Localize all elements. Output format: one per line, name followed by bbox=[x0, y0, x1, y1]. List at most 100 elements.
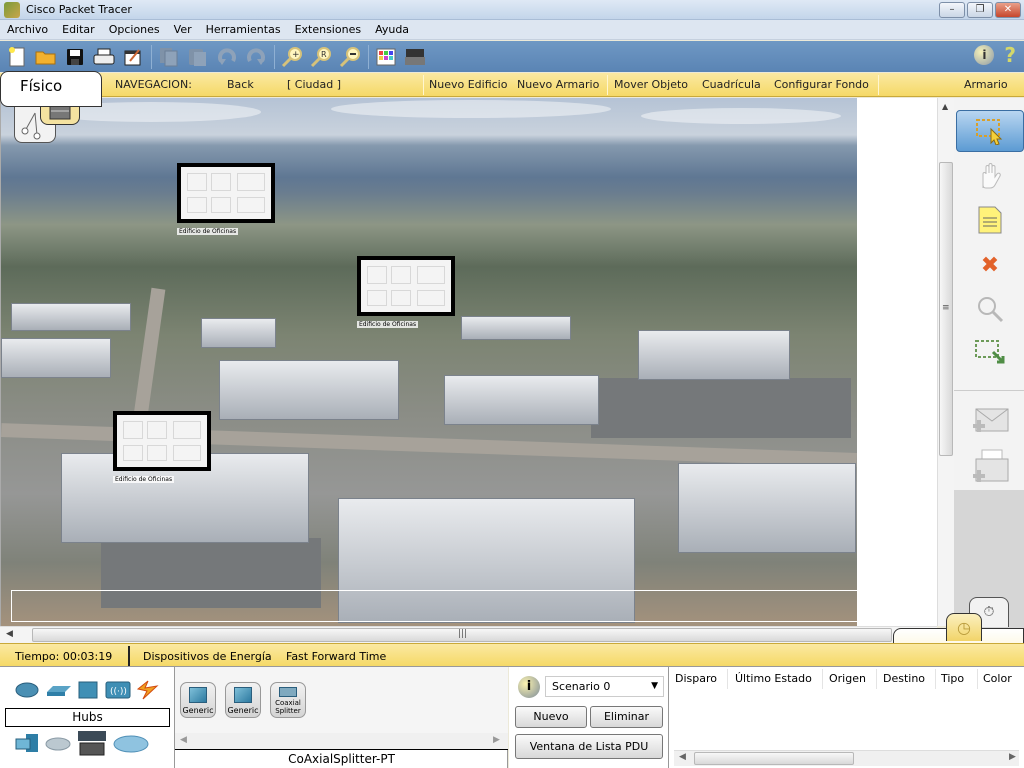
bottom-panel: ((·)) Hubs Generic Generic Coaxial Split… bbox=[0, 667, 1024, 768]
toolbar-separator bbox=[274, 44, 275, 69]
routers-category-icon[interactable] bbox=[15, 682, 39, 698]
nav-separator bbox=[607, 75, 608, 95]
menu-ayuda[interactable]: Ayuda bbox=[368, 23, 416, 36]
column-header-color[interactable]: Color bbox=[983, 672, 1012, 685]
custom-device-icon[interactable] bbox=[404, 46, 426, 68]
palette-icon[interactable] bbox=[375, 46, 397, 68]
menu-bar: Archivo Editar Opciones Ver Herramientas… bbox=[0, 20, 1024, 40]
svg-text:R: R bbox=[321, 50, 327, 59]
menu-editar[interactable]: Editar bbox=[55, 23, 102, 36]
zoom-in-icon[interactable]: + bbox=[281, 46, 303, 68]
status-bar: Tiempo: 00:03:19 Dispositivos de Energía… bbox=[0, 643, 1024, 667]
restore-button[interactable]: ❐ bbox=[967, 2, 993, 18]
device-coaxial-splitter[interactable]: Coaxial Splitter bbox=[270, 682, 306, 718]
set-background-button[interactable]: Configurar Fondo bbox=[774, 78, 869, 91]
column-header-source[interactable]: Origen bbox=[829, 672, 866, 685]
svg-text:+: + bbox=[292, 50, 300, 60]
workspace-canvas[interactable]: Edificio de Oficinas Edificio de Oficina… bbox=[0, 98, 937, 626]
delete-icon[interactable]: ✖ bbox=[956, 244, 1024, 286]
current-location: [ Ciudad ] bbox=[287, 78, 341, 91]
add-simple-pdu-icon[interactable] bbox=[956, 400, 1024, 442]
closet-button[interactable]: Armario bbox=[964, 78, 1008, 91]
open-folder-icon[interactable] bbox=[35, 46, 57, 68]
select-tool-icon[interactable] bbox=[956, 110, 1024, 152]
scroll-up-arrow-icon[interactable]: ▲ bbox=[942, 102, 948, 111]
resize-shape-icon[interactable] bbox=[956, 332, 1024, 374]
building-label: Edificio de Oficinas bbox=[113, 476, 175, 483]
undo-icon[interactable] bbox=[216, 46, 238, 68]
zoom-out-icon[interactable] bbox=[339, 46, 361, 68]
device-categories: ((·)) Hubs bbox=[0, 667, 175, 768]
column-header-type[interactable]: Tipo bbox=[941, 672, 964, 685]
move-layout-hand-icon[interactable] bbox=[956, 156, 1024, 198]
end-devices-category-icon[interactable] bbox=[14, 733, 40, 755]
place-note-icon[interactable] bbox=[956, 199, 1024, 241]
menu-archivo[interactable]: Archivo bbox=[0, 23, 55, 36]
dropdown-caret-icon: ▼ bbox=[651, 681, 658, 691]
redo-icon[interactable] bbox=[245, 46, 267, 68]
menu-herramientas[interactable]: Herramientas bbox=[199, 23, 288, 36]
menu-opciones[interactable]: Opciones bbox=[102, 23, 167, 36]
city-background-image bbox=[1, 98, 857, 626]
nav-separator bbox=[423, 75, 424, 95]
physical-tab-label: Físico bbox=[20, 77, 63, 95]
stopwatch-icon: ⏱ bbox=[983, 604, 995, 620]
column-header-last-status[interactable]: Último Estado bbox=[735, 672, 812, 685]
scenario-info-icon[interactable]: i bbox=[518, 676, 540, 698]
pdu-table-scrollbar[interactable]: ◀ ▶ bbox=[674, 750, 1019, 766]
device-list-scrollbar[interactable]: ◀ ▶ bbox=[175, 733, 508, 749]
pdu-list-window-button[interactable]: Ventana de Lista PDU bbox=[515, 734, 663, 759]
physical-view-tab[interactable]: Físico bbox=[0, 71, 102, 107]
minimize-button[interactable]: – bbox=[939, 2, 965, 18]
switches-category-icon[interactable] bbox=[46, 684, 72, 696]
new-closet-button[interactable]: Nuevo Armario bbox=[517, 78, 599, 91]
wan-emulation-category-icon[interactable] bbox=[45, 737, 71, 751]
scroll-left-arrow-icon[interactable]: ◀ bbox=[6, 629, 13, 639]
save-icon[interactable] bbox=[64, 46, 86, 68]
grid-button[interactable]: Cuadrícula bbox=[702, 78, 761, 91]
new-file-icon[interactable] bbox=[6, 46, 28, 68]
close-button[interactable]: ✕ bbox=[995, 2, 1021, 18]
pdu-scroll-thumb[interactable] bbox=[694, 752, 854, 765]
power-cycle-devices-button[interactable]: Dispositivos de Energía bbox=[143, 650, 272, 663]
building-label: Edificio de Oficinas bbox=[357, 321, 419, 328]
custom-devices-category-icon[interactable] bbox=[76, 729, 108, 759]
add-complex-pdu-icon[interactable] bbox=[956, 446, 1024, 488]
column-header-fire[interactable]: Disparo bbox=[675, 672, 717, 685]
building-icon[interactable] bbox=[357, 256, 455, 316]
horizontal-scrollbar[interactable]: ◀ ||| ▶ bbox=[0, 626, 937, 643]
fast-forward-time-button[interactable]: Fast Forward Time bbox=[286, 650, 386, 663]
vertical-scrollbar[interactable]: ▲ ≡ bbox=[937, 98, 954, 626]
hubs-category-icon[interactable] bbox=[78, 681, 98, 699]
print-icon[interactable] bbox=[93, 46, 115, 68]
help-icon[interactable]: ? bbox=[1004, 45, 1016, 65]
zoom-reset-icon[interactable]: R bbox=[310, 46, 332, 68]
activity-wizard-icon[interactable] bbox=[122, 46, 144, 68]
inspect-magnifier-icon[interactable] bbox=[956, 288, 1024, 330]
back-button[interactable]: Back bbox=[227, 78, 254, 91]
new-building-button[interactable]: Nuevo Edificio bbox=[429, 78, 507, 91]
info-icon[interactable]: i bbox=[974, 45, 995, 65]
device-generic-repeater[interactable]: Generic bbox=[225, 682, 261, 718]
simulation-time: Tiempo: 00:03:19 bbox=[15, 650, 113, 663]
multiuser-cloud-category-icon[interactable] bbox=[113, 735, 149, 753]
menu-extensiones[interactable]: Extensiones bbox=[288, 23, 369, 36]
new-scenario-button[interactable]: Nuevo bbox=[515, 706, 587, 728]
device-category-label: Hubs bbox=[5, 708, 170, 727]
scenario-select[interactable]: Scenario 0 ▼ bbox=[545, 676, 664, 697]
building-icon[interactable] bbox=[177, 163, 275, 223]
device-list: Generic Generic Coaxial Splitter ◀ ▶ CoAx… bbox=[175, 667, 508, 768]
device-generic-hub[interactable]: Generic bbox=[180, 682, 216, 718]
scenario-panel: i Scenario 0 ▼ Nuevo Eliminar Ventana de … bbox=[509, 667, 669, 768]
building-icon[interactable] bbox=[113, 411, 211, 471]
wireless-category-icon[interactable]: ((·)) bbox=[105, 681, 131, 699]
paste-icon[interactable] bbox=[187, 46, 209, 68]
column-header-destination[interactable]: Destino bbox=[883, 672, 925, 685]
menu-ver[interactable]: Ver bbox=[167, 23, 199, 36]
delete-scenario-button[interactable]: Eliminar bbox=[590, 706, 663, 728]
svg-text:((·)): ((·)) bbox=[110, 687, 127, 697]
copy-icon[interactable] bbox=[158, 46, 180, 68]
move-object-button[interactable]: Mover Objeto bbox=[614, 78, 688, 91]
grip-icon: ≡ bbox=[942, 303, 950, 313]
connections-category-icon[interactable] bbox=[136, 679, 160, 701]
